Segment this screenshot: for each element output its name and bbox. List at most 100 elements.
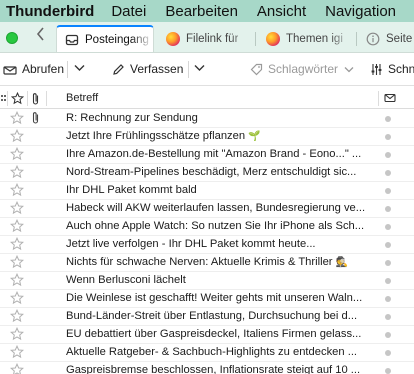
download-icon bbox=[3, 66, 17, 75]
star-icon[interactable] bbox=[10, 345, 24, 359]
app-menu[interactable]: Thunderbird bbox=[0, 3, 94, 20]
message-row[interactable]: Nord-Stream-Pipelines beschädigt, Merz e… bbox=[0, 164, 414, 182]
firefox-icon bbox=[166, 32, 180, 46]
chevron-down-icon bbox=[344, 66, 354, 72]
read-status-dot[interactable] bbox=[385, 170, 391, 176]
inbox-icon bbox=[65, 33, 79, 47]
message-row[interactable]: EU debattiert über Gaspreisdeckel, Itali… bbox=[0, 326, 414, 344]
message-subject: EU debattiert über Gaspreisdeckel, Itali… bbox=[66, 328, 362, 340]
info-icon bbox=[366, 32, 380, 46]
read-status-column-icon[interactable] bbox=[384, 92, 396, 104]
star-icon[interactable] bbox=[10, 291, 24, 305]
get-messages-label: Abrufen bbox=[22, 62, 65, 76]
star-icon[interactable] bbox=[10, 255, 24, 269]
tab-themen[interactable]: Themen igi bbox=[258, 25, 352, 52]
read-status-dot[interactable] bbox=[385, 134, 391, 140]
message-row[interactable]: R: Rechnung zur Sendung bbox=[0, 110, 414, 128]
message-subject: Jetzt live verfolgen - Ihr DHL Paket kom… bbox=[66, 238, 316, 250]
read-status-dot[interactable] bbox=[385, 152, 391, 158]
chevron-down-icon[interactable] bbox=[74, 64, 85, 72]
message-subject: Habeck will AKW weiterlaufen lassen, Bun… bbox=[66, 202, 366, 214]
compose-button[interactable]: Verfassen bbox=[112, 59, 183, 79]
read-status-dot[interactable] bbox=[385, 260, 391, 266]
tab-posteingang[interactable]: Posteingang bbox=[56, 25, 154, 52]
message-list-header: Betreff bbox=[0, 88, 414, 109]
read-status-dot[interactable] bbox=[385, 116, 391, 122]
menu-navigation[interactable]: Navigation bbox=[325, 3, 396, 20]
read-status-dot[interactable] bbox=[385, 224, 391, 230]
get-messages-button[interactable]: Abrufen bbox=[3, 59, 64, 79]
chevron-down-icon[interactable] bbox=[194, 64, 205, 72]
star-icon[interactable] bbox=[10, 129, 24, 143]
tab-filelink[interactable]: Filelink für bbox=[158, 25, 252, 52]
subject-column-header[interactable]: Betreff bbox=[66, 92, 98, 104]
read-status-dot[interactable] bbox=[385, 296, 391, 302]
read-status-dot[interactable] bbox=[385, 314, 391, 320]
message-row[interactable]: Nichts für schwache Nerven: Aktuelle Kri… bbox=[0, 254, 414, 272]
firefox-icon bbox=[266, 32, 280, 46]
message-row[interactable]: Ihr DHL Paket kommt bald bbox=[0, 182, 414, 200]
tab-seite[interactable]: Seite bbox=[358, 25, 414, 52]
quick-filter-button[interactable]: Schn bbox=[370, 59, 414, 79]
message-subject: Aktuelle Ratgeber- & Sachbuch-Highlights… bbox=[66, 346, 358, 358]
star-icon[interactable] bbox=[10, 201, 24, 215]
paperclip-column-icon[interactable] bbox=[31, 92, 41, 106]
message-subject: Nord-Stream-Pipelines beschädigt, Merz e… bbox=[66, 166, 357, 178]
star-icon[interactable] bbox=[10, 327, 24, 341]
message-list: R: Rechnung zur Sendung Jetzt Ihre Frühl… bbox=[0, 110, 414, 374]
message-row[interactable]: Aktuelle Ratgeber- & Sachbuch-Highlights… bbox=[0, 344, 414, 362]
tag-icon bbox=[250, 63, 263, 75]
message-subject: R: Rechnung zur Sendung bbox=[66, 112, 198, 124]
subject-emoji: 🕵 bbox=[332, 257, 349, 268]
message-subject: Auch ohne Apple Watch: So nutzen Sie Ihr… bbox=[66, 220, 365, 232]
star-icon[interactable] bbox=[10, 363, 24, 374]
message-subject: Bund-Länder-Streit über Entlastung, Durc… bbox=[66, 310, 358, 322]
star-icon[interactable] bbox=[10, 309, 24, 323]
read-status-dot[interactable] bbox=[385, 350, 391, 356]
message-row[interactable]: Ihre Amazon.de-Bestellung mit "Amazon Br… bbox=[0, 146, 414, 164]
star-icon[interactable] bbox=[10, 111, 24, 125]
read-status-dot[interactable] bbox=[385, 242, 391, 248]
message-row[interactable]: Habeck will AKW weiterlaufen lassen, Bun… bbox=[0, 200, 414, 218]
star-icon[interactable] bbox=[10, 183, 24, 197]
menu-ansicht[interactable]: Ansicht bbox=[257, 3, 306, 20]
read-status-dot[interactable] bbox=[385, 278, 391, 284]
message-row[interactable]: Die Weinlese ist geschafft! Weiter gehts… bbox=[0, 290, 414, 308]
star-icon[interactable] bbox=[10, 219, 24, 233]
menu-datei[interactable]: Datei bbox=[111, 3, 146, 20]
star-icon[interactable] bbox=[10, 147, 24, 161]
tab-label: Seite bbox=[386, 33, 413, 45]
menu-bearbeiten[interactable]: Bearbeiten bbox=[165, 3, 238, 20]
message-row[interactable]: Auch ohne Apple Watch: So nutzen Sie Ihr… bbox=[0, 218, 414, 236]
read-status-dot[interactable] bbox=[385, 368, 391, 374]
read-status-dot[interactable] bbox=[385, 332, 391, 338]
thread-column-icon[interactable] bbox=[0, 92, 6, 106]
subject-emoji: 🌱 bbox=[245, 131, 261, 142]
star-icon[interactable] bbox=[10, 273, 24, 287]
message-subject: Wenn Berlusconi lächelt bbox=[66, 274, 186, 286]
star-icon[interactable] bbox=[10, 165, 24, 179]
read-status-dot[interactable] bbox=[385, 188, 391, 194]
read-status-dot[interactable] bbox=[385, 206, 391, 212]
message-subject: Nichts für schwache Nerven: Aktuelle Kri… bbox=[66, 256, 349, 268]
message-row[interactable]: Jetzt Ihre Frühlingsschätze pflanzen 🌱 bbox=[0, 128, 414, 146]
quick-filter-label: Schn bbox=[388, 62, 414, 76]
window-maximize-button[interactable] bbox=[6, 32, 18, 44]
mail-toolbar: Abrufen Verfassen Schlagwörter Schn bbox=[0, 53, 414, 86]
star-column-icon[interactable] bbox=[11, 92, 24, 105]
chevron-left-icon bbox=[36, 27, 44, 41]
compose-label: Verfassen bbox=[130, 62, 184, 76]
message-row[interactable]: Bund-Länder-Streit über Entlastung, Durc… bbox=[0, 308, 414, 326]
tab-strip: Posteingang Filelink für Themen igi Seit… bbox=[0, 22, 414, 53]
star-icon[interactable] bbox=[10, 237, 24, 251]
message-subject: Gaspreisbremse beschlossen, Inflationsra… bbox=[66, 364, 361, 374]
pencil-icon bbox=[113, 63, 124, 75]
message-subject: Jetzt Ihre Frühlingsschätze pflanzen 🌱 bbox=[66, 130, 261, 142]
tags-button[interactable]: Schlagwörter bbox=[250, 59, 359, 79]
message-subject: Ihre Amazon.de-Bestellung mit "Amazon Br… bbox=[66, 148, 362, 160]
message-row[interactable]: Gaspreisbremse beschlossen, Inflationsra… bbox=[0, 362, 414, 374]
message-row[interactable]: Jetzt live verfolgen - Ihr DHL Paket kom… bbox=[0, 236, 414, 254]
tab-scroll-back-button[interactable] bbox=[36, 27, 46, 47]
message-row[interactable]: Wenn Berlusconi lächelt bbox=[0, 272, 414, 290]
message-subject: Die Weinlese ist geschafft! Weiter gehts… bbox=[66, 292, 363, 304]
